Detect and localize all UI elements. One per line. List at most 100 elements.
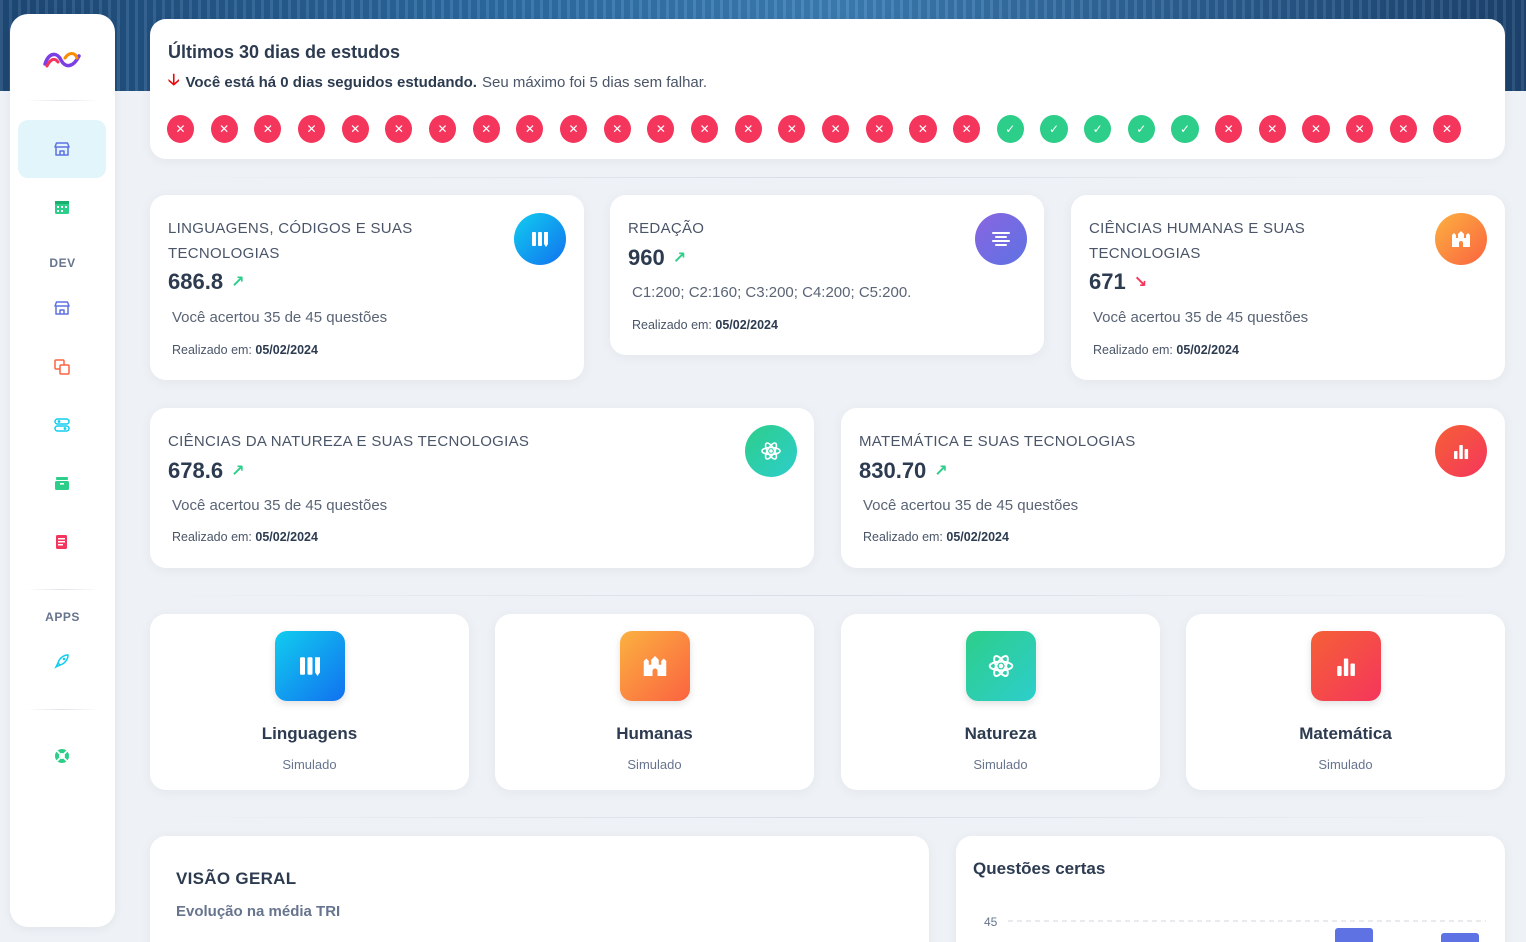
score-card-redacao[interactable]: REDAÇÃO 960 ↗ C1:200; C2:160; C3:200; C4:…: [610, 195, 1044, 355]
tile-matematica[interactable]: Matemática Simulado: [1186, 614, 1505, 790]
tile-subtitle: Simulado: [973, 757, 1028, 772]
score-number: 671: [1089, 269, 1126, 294]
score-card-linguagens[interactable]: LINGUAGENS, CÓDIGOS E SUAS TECNOLOGIAS 6…: [150, 195, 584, 380]
shop-icon: [54, 301, 70, 315]
score-detail: Você acertou 35 de 45 questões: [172, 497, 388, 514]
sidebar-item-calendar[interactable]: [18, 178, 106, 236]
day-missed-x-icon: ✕: [429, 115, 457, 143]
calendar-icon: [55, 201, 69, 214]
score-card-title: CIÊNCIAS DA NATUREZA E SUAS TECNOLOGIAS: [168, 433, 530, 450]
section-divider: [150, 177, 1505, 178]
day-missed-x-icon: ✕: [734, 115, 762, 143]
tile-title: Matemática: [1299, 724, 1392, 743]
trend-up-icon: ↗: [231, 274, 245, 291]
atom-icon: [745, 425, 797, 477]
tile-title: Humanas: [616, 724, 693, 743]
tile-subtitle: Simulado: [627, 757, 682, 772]
day-missed-x-icon: ✕: [822, 115, 850, 143]
day-missed-x-icon: ✕: [298, 115, 326, 143]
sidebar-item-home[interactable]: [18, 120, 106, 178]
day-missed-x-icon: ✕: [341, 115, 369, 143]
score-card-humanas[interactable]: CIÊNCIAS HUMANAS E SUAS TECNOLOGIAS 671 ↘…: [1071, 195, 1505, 380]
copy-icon: [54, 359, 70, 375]
tile-natureza[interactable]: Natureza Simulado: [841, 614, 1160, 790]
score-date: Realizado em: 05/02/2024: [863, 530, 1009, 544]
section-divider: [150, 817, 1505, 818]
questions-chart-plot: 45: [984, 915, 1486, 942]
tile-title: Natureza: [964, 724, 1037, 743]
sidebar: DEV APPS: [10, 14, 115, 927]
sidebar-divider: [26, 100, 100, 101]
tile-title: Linguagens: [261, 724, 358, 743]
shop-icon: [54, 142, 70, 156]
score-value: 960 ↗: [628, 245, 686, 271]
score-detail: Você acertou 35 de 45 questões: [1093, 309, 1309, 326]
score-detail: Você acertou 35 de 45 questões: [863, 497, 1079, 514]
day-missed-x-icon: ✕: [1389, 115, 1417, 143]
day-missed-x-icon: ✕: [1215, 115, 1243, 143]
score-card-natureza[interactable]: CIÊNCIAS DA NATUREZA E SUAS TECNOLOGIAS …: [150, 408, 814, 568]
streak-status: 🡣 Você está há 0 dias seguidos estudando…: [168, 69, 707, 96]
trend-up-icon: ↗: [672, 250, 687, 267]
score-card-matematica[interactable]: MATEMÁTICA E SUAS TECNOLOGIAS 830.70 ↗ Vo…: [841, 408, 1505, 568]
day-missed-x-icon: ✕: [691, 115, 719, 143]
sidebar-item-dev-box[interactable]: [18, 454, 106, 512]
sidebar-item-dev-document[interactable]: [18, 513, 106, 571]
chart-bar: [1441, 933, 1479, 942]
score-value: 678.6 ↗: [168, 458, 244, 484]
sidebar-item-app-rocket[interactable]: [18, 632, 106, 690]
day-missed-x-icon: ✕: [1302, 115, 1330, 143]
streak-day-list: ✕ ✕ ✕ ✕ ✕ ✕ ✕ ✕ ✕ ✕ ✕ ✕ ✕ ✕ ✕ ✕ ✕ ✕ ✕ ✓ ✓ ✓ ✓ ✓ ✕ ✕ ✕ ✕ ✕ ✕: [167, 115, 1477, 143]
streak-title: Últimos 30 dias de estudos: [168, 42, 401, 62]
trend-up-icon: ↗: [934, 463, 948, 480]
day-missed-x-icon: ✕: [472, 115, 500, 143]
lifebuoy-icon: [55, 749, 69, 763]
streak-status-text: Seu máximo foi 5 dias sem falhar.: [481, 74, 708, 91]
day-missed-x-icon: ✕: [865, 115, 893, 143]
trend-down-icon: ↘: [1133, 274, 1148, 291]
books-icon: [274, 631, 345, 701]
sidebar-item-support[interactable]: [18, 727, 106, 785]
day-missed-x-icon: ✕: [167, 115, 195, 143]
questions-chart-card: Questões certas 45: [956, 836, 1505, 942]
day-studied-check-icon: ✓: [996, 115, 1024, 143]
streak-status-bold: Você está há 0 dias seguidos estudando.: [185, 74, 477, 91]
box-icon: [55, 477, 69, 490]
day-missed-x-icon: ✕: [385, 115, 413, 143]
score-number: 960: [628, 245, 665, 270]
sidebar-section-apps: APPS: [45, 610, 80, 624]
score-number: 830.70: [859, 458, 927, 483]
app-logo[interactable]: [43, 50, 81, 70]
overview-title: VISÃO GERAL: [176, 869, 297, 888]
settings-icon: [54, 418, 70, 432]
rocket-icon: [54, 654, 69, 669]
sidebar-item-dev-copy[interactable]: [18, 338, 106, 396]
score-number: 686.8: [168, 269, 224, 294]
day-missed-x-icon: ✕: [953, 115, 981, 143]
tile-humanas[interactable]: Humanas Simulado: [495, 614, 814, 790]
day-missed-x-icon: ✕: [1346, 115, 1374, 143]
day-missed-x-icon: ✕: [210, 115, 238, 143]
text-align-icon: [975, 213, 1027, 265]
day-missed-x-icon: ✕: [647, 115, 675, 143]
tile-linguagens[interactable]: Linguagens Simulado: [150, 614, 469, 790]
score-detail: C1:200; C2:160; C3:200; C4:200; C5:200.: [632, 284, 912, 301]
sidebar-divider: [26, 709, 100, 710]
document-icon: [56, 535, 67, 549]
day-studied-check-icon: ✓: [1171, 115, 1199, 143]
day-studied-check-icon: ✓: [1084, 115, 1112, 143]
score-value: 671 ↘: [1089, 269, 1147, 295]
day-missed-x-icon: ✕: [1258, 115, 1286, 143]
overview-card: VISÃO GERAL Evolução na média TRI: [150, 836, 929, 942]
books-icon: [514, 213, 566, 265]
sidebar-item-dev-shop[interactable]: [18, 279, 106, 337]
tile-subtitle: Simulado: [1318, 757, 1373, 772]
day-missed-x-icon: ✕: [603, 115, 631, 143]
sidebar-item-dev-settings[interactable]: [18, 396, 106, 454]
score-number: 678.6: [168, 458, 224, 483]
arrow-down-icon: 🡣: [168, 72, 180, 89]
day-studied-check-icon: ✓: [1040, 115, 1068, 143]
score-date: Realizado em: 05/02/2024: [632, 318, 778, 332]
sidebar-section-dev: DEV: [49, 256, 76, 270]
score-value: 686.8 ↗: [168, 269, 244, 295]
